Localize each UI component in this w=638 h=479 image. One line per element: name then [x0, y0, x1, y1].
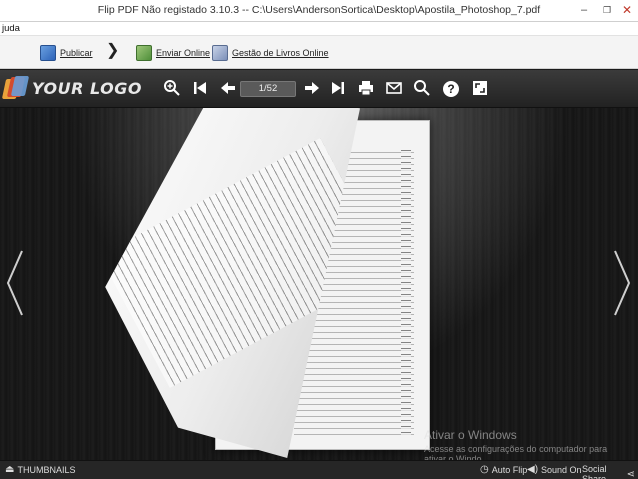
zoom-in-icon[interactable] — [162, 79, 182, 99]
logo: YOUR LOGO — [1, 76, 142, 100]
windows-activation-watermark: Ativar o Windows Acesse as configurações… — [424, 428, 607, 464]
send-online-button[interactable]: Enviar Online — [136, 42, 210, 64]
manage-books-icon — [212, 45, 228, 61]
auto-flip-label: Auto Flip — [491, 464, 528, 475]
speaker-icon: ◀) — [527, 464, 539, 475]
prev-page-icon[interactable] — [218, 79, 238, 99]
eject-icon: ⏏ — [5, 464, 15, 475]
publish-label: Publicar — [60, 48, 93, 58]
clock-icon: ◷ — [480, 464, 489, 475]
viewer-header: YOUR LOGO 1/52 ? — [0, 70, 638, 108]
toolbar: Publicar ❯ Enviar Online Gestão de Livro… — [0, 35, 638, 69]
menu-bar: juda — [0, 22, 638, 35]
next-page-icon[interactable] — [302, 79, 322, 99]
fullscreen-icon[interactable] — [470, 79, 490, 99]
window-title: Flip PDF Não registado 3.10.3 -- C:\User… — [97, 4, 541, 16]
bottom-bar: ⏏ THUMBNAILS ◷ Auto Flip ◀) Sound On Soc… — [0, 460, 638, 479]
sound-label: Sound On — [541, 464, 582, 475]
print-icon[interactable] — [356, 79, 376, 99]
help-icon[interactable]: ? — [443, 81, 459, 97]
logo-text: YOUR LOGO — [32, 78, 142, 98]
send-online-icon — [136, 45, 152, 61]
flip-next-arrow-icon[interactable] — [612, 248, 632, 318]
search-icon[interactable] — [412, 79, 432, 99]
window-titlebar: Flip PDF Não registado 3.10.3 -- C:\User… — [0, 0, 638, 22]
maximize-button[interactable]: ❐ — [597, 2, 617, 18]
flip-prev-arrow-icon[interactable] — [5, 248, 25, 318]
send-online-label: Enviar Online — [156, 48, 211, 58]
manage-books-button[interactable]: Gestão de Livros Online — [212, 42, 329, 64]
thumbnails-button[interactable]: ⏏ THUMBNAILS — [5, 464, 75, 475]
email-icon[interactable] — [384, 79, 404, 99]
social-share-label: Social Share — [582, 464, 607, 479]
thumbnails-label: THUMBNAILS — [17, 464, 76, 475]
chevron-right-icon: ❯ — [106, 42, 120, 59]
first-page-icon[interactable] — [190, 79, 210, 99]
watermark-line2: Acesse as configurações do computador pa… — [424, 444, 608, 454]
page-indicator-input[interactable]: 1/52 — [240, 81, 296, 97]
menu-help[interactable]: juda — [2, 23, 20, 34]
book-stage — [0, 108, 638, 460]
publish-button[interactable]: Publicar — [40, 42, 93, 64]
page-numbers-column — [401, 145, 411, 437]
social-share-button[interactable]: Social Share ⋖ — [582, 464, 638, 479]
sound-button[interactable]: ◀) Sound On — [527, 464, 582, 475]
minimize-button[interactable]: – — [574, 2, 594, 18]
last-page-icon[interactable] — [328, 79, 348, 99]
watermark-title: Ativar o Windows — [424, 428, 517, 442]
publish-icon — [40, 45, 56, 61]
logo-mark-icon — [1, 76, 30, 100]
auto-flip-button[interactable]: ◷ Auto Flip — [480, 464, 527, 475]
manage-books-label: Gestão de Livros Online — [232, 48, 329, 58]
close-button[interactable]: ✕ — [617, 2, 637, 18]
share-icon: ⋖ — [626, 468, 635, 479]
